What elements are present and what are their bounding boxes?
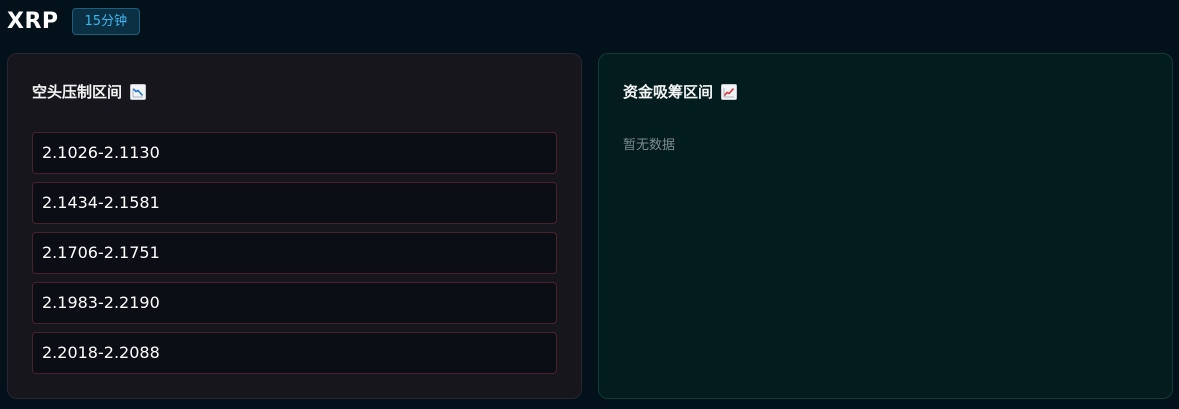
range-item: 2.2018-2.2088 — [32, 332, 557, 374]
range-item: 2.1706-2.1751 — [32, 232, 557, 274]
accum-panel-title-text: 资金吸筹区间 — [623, 83, 714, 101]
short-pressure-panel: 空头压制区间 2.1026-2.1130 2.1434-2.1581 2.170… — [7, 53, 582, 399]
empty-state-text: 暂无数据 — [623, 138, 676, 153]
range-item: 2.1983-2.2190 — [32, 282, 557, 324]
header: XRP 15分钟 — [7, 6, 141, 36]
accum-panel-title: 资金吸筹区间 — [623, 81, 738, 102]
timeframe-badge[interactable]: 15分钟 — [71, 7, 141, 35]
range-item: 2.1434-2.1581 — [32, 182, 557, 224]
short-range-list: 2.1026-2.1130 2.1434-2.1581 2.1706-2.175… — [32, 132, 557, 382]
short-panel-title: 空头压制区间 — [32, 81, 147, 102]
accumulation-panel: 资金吸筹区间 暂无数据 — [598, 53, 1173, 399]
short-panel-title-text: 空头压制区间 — [32, 83, 123, 101]
symbol-title: XRP — [7, 8, 59, 34]
range-item: 2.1026-2.1130 — [32, 132, 557, 174]
chart-decreasing-icon — [130, 83, 147, 100]
chart-increasing-icon — [721, 83, 738, 100]
